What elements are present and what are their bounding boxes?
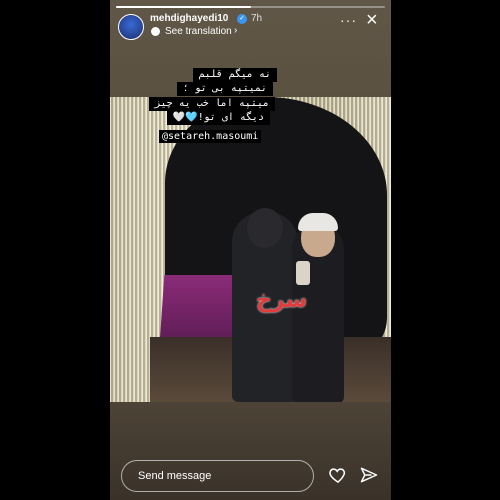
caption-line: نمیتپه بی تو ؛: [176, 82, 273, 96]
translate-icon[interactable]: [151, 27, 160, 36]
photo-person-right: [292, 213, 344, 403]
caption-line: نه میگم قلبم: [192, 68, 277, 82]
chevron-right-icon[interactable]: ›: [234, 25, 237, 36]
avatar[interactable]: [118, 14, 144, 40]
story-progress-bar: [116, 6, 385, 8]
close-icon[interactable]: ×: [366, 10, 378, 30]
more-icon[interactable]: ···: [340, 12, 357, 28]
mention-tag[interactable]: @setareh.masoumi: [159, 130, 262, 143]
story-progress-fill: [116, 6, 251, 8]
photo-phone: [296, 261, 310, 285]
watermark-logo: سرخ: [256, 288, 308, 313]
verified-badge-icon: ✓: [237, 14, 247, 24]
see-translation-link[interactable]: See translation: [165, 26, 232, 37]
heart-icon[interactable]: [328, 465, 348, 485]
send-icon[interactable]: [359, 465, 379, 485]
caption-line: میتپه اما خب یه چیز: [148, 97, 275, 111]
photo-tent: [159, 275, 237, 343]
send-message-input[interactable]: Send message: [121, 460, 314, 492]
caption-line: دیگه ای تو!🩵🤍: [166, 111, 270, 125]
story-time: 7h: [251, 13, 263, 24]
story-viewer: سرخ mehdighayedi10 ✓ 7h See translation …: [110, 0, 391, 500]
username[interactable]: mehdighayedi10: [150, 13, 228, 24]
